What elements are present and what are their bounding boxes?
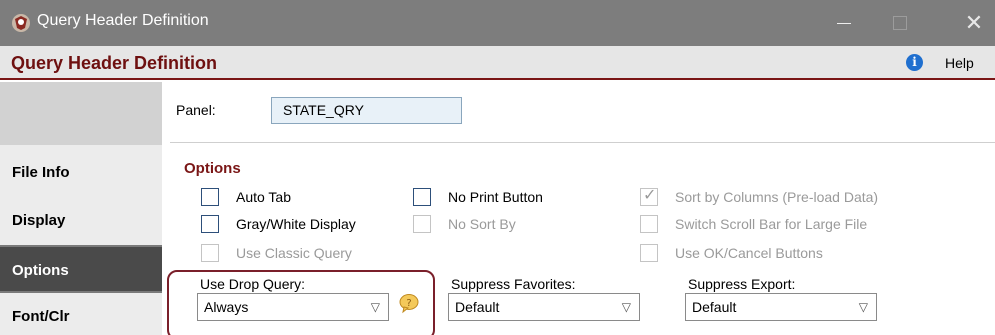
chevron-down-icon: ▽: [370, 300, 380, 314]
no-sort-by-option: No Sort By: [413, 215, 603, 235]
auto-tab-label: Auto Tab: [236, 189, 292, 205]
sidebar: File Info Display Options Font/Clr: [0, 82, 162, 335]
check-icon: ✓: [643, 187, 657, 204]
no-sort-by-checkbox: [413, 215, 431, 233]
gray-white-display-checkbox[interactable]: [201, 215, 219, 233]
gray-white-display-label: Gray/White Display: [236, 216, 356, 232]
sidebar-item-options[interactable]: Options: [0, 245, 162, 293]
panel-label: Panel:: [176, 102, 216, 118]
panel-field[interactable]: STATE_QRY: [271, 97, 462, 124]
use-drop-query-select[interactable]: Always ▽: [197, 293, 389, 321]
suppress-export-value: Default: [692, 299, 737, 315]
sort-by-columns-option: ✓ Sort by Columns (Pre-load Data): [640, 187, 940, 208]
suppress-favorites-label: Suppress Favorites:: [451, 276, 576, 292]
auto-tab-option[interactable]: Auto Tab: [201, 188, 401, 208]
sidebar-item-display[interactable]: Display: [0, 197, 162, 245]
no-print-button-checkbox[interactable]: [413, 188, 431, 206]
window-titlebar: Query Header Definition ✕: [0, 0, 995, 46]
suppress-favorites-value: Default: [455, 299, 500, 315]
maximize-button[interactable]: [876, 0, 922, 46]
use-classic-query-label: Use Classic Query: [236, 245, 352, 261]
minimize-button[interactable]: [821, 0, 867, 46]
use-classic-query-option: Use Classic Query: [201, 244, 401, 264]
info-icon[interactable]: i: [906, 54, 923, 71]
switch-scroll-bar-checkbox: [640, 215, 658, 233]
sort-by-columns-checkbox: ✓: [640, 187, 658, 206]
close-button[interactable]: ✕: [951, 0, 995, 46]
chevron-down-icon: ▽: [858, 300, 868, 314]
svg-text:?: ?: [406, 298, 411, 309]
no-print-button-label: No Print Button: [448, 189, 543, 205]
sidebar-item-font-clr[interactable]: Font/Clr: [0, 293, 162, 335]
app-icon: [12, 14, 30, 32]
form-header: Query Header Definition i Help: [0, 46, 995, 80]
page-title: Query Header Definition: [11, 53, 218, 73]
window-title: Query Header Definition: [37, 12, 209, 29]
speech-bubble-icon[interactable]: ?: [398, 292, 420, 314]
use-ok-cancel-checkbox: [640, 244, 658, 262]
use-drop-query-value: Always: [204, 299, 249, 315]
sort-by-columns-label: Sort by Columns (Pre-load Data): [675, 189, 879, 205]
options-section-title: Options: [184, 160, 241, 177]
no-sort-by-label: No Sort By: [448, 216, 516, 232]
help-link[interactable]: Help: [945, 55, 974, 71]
suppress-export-select[interactable]: Default ▽: [685, 293, 877, 321]
suppress-favorites-select[interactable]: Default ▽: [448, 293, 640, 321]
switch-scroll-bar-option: Switch Scroll Bar for Large File: [640, 215, 940, 235]
sidebar-item-file-info[interactable]: File Info: [0, 149, 162, 197]
no-print-button-option[interactable]: No Print Button: [413, 188, 603, 208]
use-ok-cancel-option: Use OK/Cancel Buttons: [640, 244, 940, 264]
auto-tab-checkbox[interactable]: [201, 188, 219, 206]
sidebar-spacer: [0, 82, 162, 145]
divider: [170, 142, 995, 143]
suppress-export-label: Suppress Export:: [688, 276, 796, 292]
use-classic-query-checkbox: [201, 244, 219, 262]
gray-white-display-option[interactable]: Gray/White Display: [201, 215, 401, 235]
chevron-down-icon: ▽: [621, 300, 631, 314]
switch-scroll-bar-label: Switch Scroll Bar for Large File: [675, 216, 868, 232]
use-ok-cancel-label: Use OK/Cancel Buttons: [675, 245, 823, 261]
use-drop-query-label: Use Drop Query:: [200, 276, 306, 292]
